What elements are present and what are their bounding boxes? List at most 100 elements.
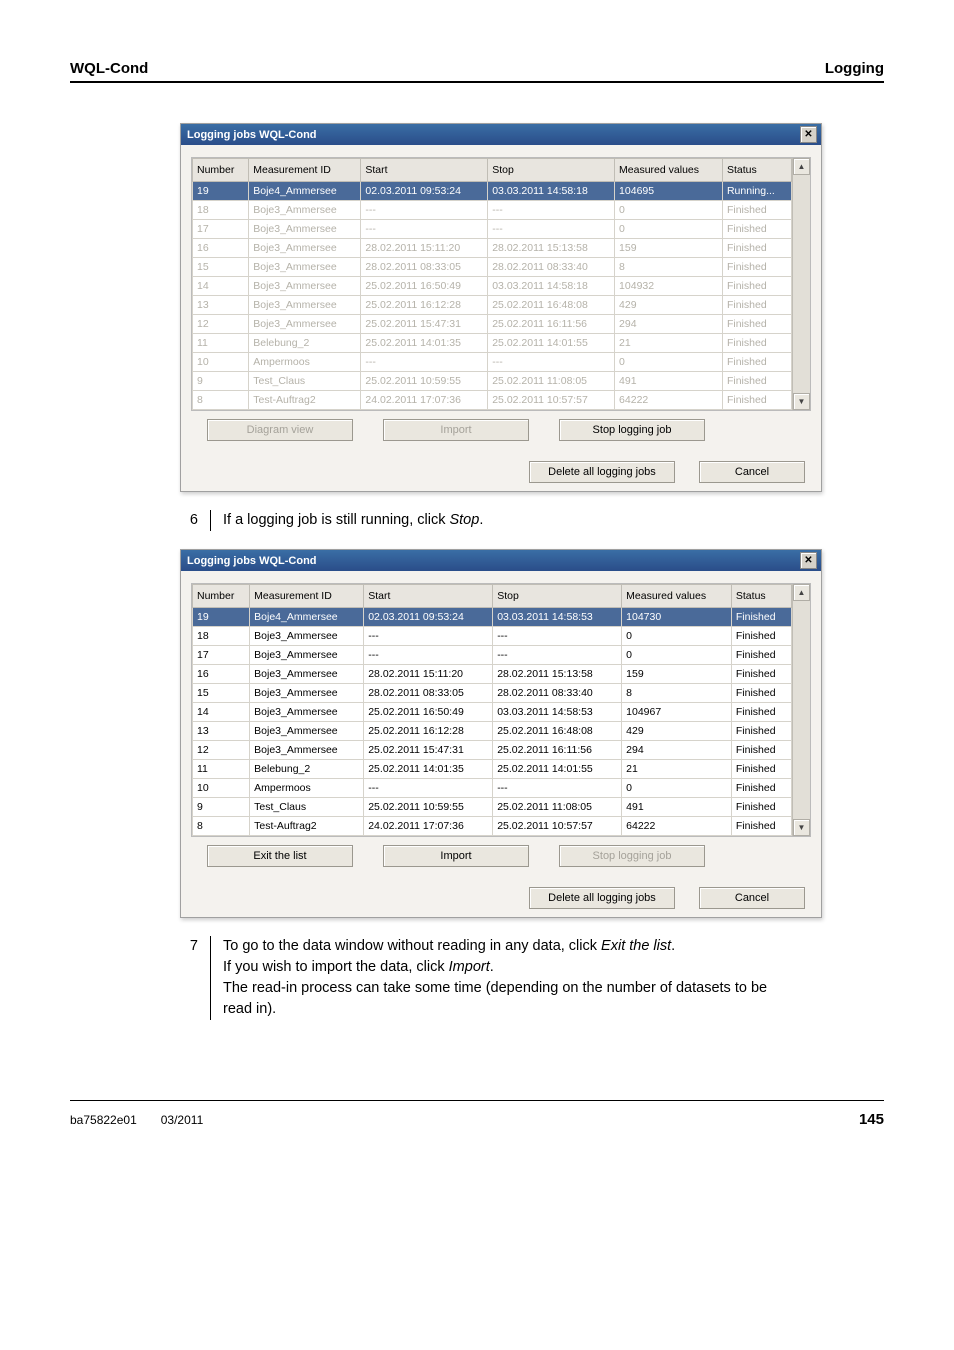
table-row[interactable]: 12Boje3_Ammersee25.02.2011 15:47:3125.02… bbox=[193, 315, 792, 334]
cell: 8 bbox=[193, 817, 250, 836]
import-button[interactable]: Import bbox=[383, 419, 529, 441]
table-row[interactable]: 15Boje3_Ammersee28.02.2011 08:33:0528.02… bbox=[193, 258, 792, 277]
cell: 10 bbox=[193, 779, 250, 798]
col-number[interactable]: Number bbox=[193, 159, 249, 182]
cell: 9 bbox=[193, 798, 250, 817]
table-header-row: Number Measurement ID Start Stop Measure… bbox=[193, 585, 792, 608]
cell: 24.02.2011 17:07:36 bbox=[364, 817, 493, 836]
dialog-logging-jobs-2: Logging jobs WQL-Cond ✕ Number Measureme… bbox=[180, 549, 822, 918]
col-number[interactable]: Number bbox=[193, 585, 250, 608]
cell: 294 bbox=[622, 741, 732, 760]
table-row[interactable]: 10Ampermoos------0Finished bbox=[193, 779, 792, 798]
col-values[interactable]: Measured values bbox=[622, 585, 732, 608]
cell: Boje3_Ammersee bbox=[249, 220, 361, 239]
cell: Boje3_Ammersee bbox=[249, 277, 361, 296]
table-row[interactable]: 19Boje4_Ammersee02.03.2011 09:53:2403.03… bbox=[193, 182, 792, 201]
table-row[interactable]: 13Boje3_Ammersee25.02.2011 16:12:2825.02… bbox=[193, 722, 792, 741]
stop-logging-button[interactable]: Stop logging job bbox=[559, 845, 705, 867]
cell: 15 bbox=[193, 258, 249, 277]
table-row[interactable]: 16Boje3_Ammersee28.02.2011 15:11:2028.02… bbox=[193, 239, 792, 258]
cell: Finished bbox=[731, 703, 791, 722]
cell: Finished bbox=[731, 627, 791, 646]
step-text-b: Stop bbox=[449, 512, 479, 528]
cell: 0 bbox=[622, 646, 732, 665]
table-row[interactable]: 18Boje3_Ammersee------0Finished bbox=[193, 201, 792, 220]
cancel-button[interactable]: Cancel bbox=[699, 887, 805, 909]
col-id[interactable]: Measurement ID bbox=[249, 159, 361, 182]
cell: 19 bbox=[193, 608, 250, 627]
table-row[interactable]: 8Test-Auftrag224.02.2011 17:07:3625.02.2… bbox=[193, 817, 792, 836]
cell: 25.02.2011 16:50:49 bbox=[364, 703, 493, 722]
jobs-table-1: Number Measurement ID Start Stop Measure… bbox=[192, 158, 792, 410]
cell: --- bbox=[488, 353, 615, 372]
delete-all-button[interactable]: Delete all logging jobs bbox=[529, 887, 675, 909]
cell: 14 bbox=[193, 703, 250, 722]
cell: Boje3_Ammersee bbox=[249, 201, 361, 220]
cell: Running... bbox=[722, 182, 791, 201]
col-stop[interactable]: Stop bbox=[488, 159, 615, 182]
exit-list-button[interactable]: Exit the list bbox=[207, 845, 353, 867]
table-row[interactable]: 18Boje3_Ammersee------0Finished bbox=[193, 627, 792, 646]
table-row[interactable]: 12Boje3_Ammersee25.02.2011 15:47:3125.02… bbox=[193, 741, 792, 760]
scrollbar[interactable]: ▲ ▼ bbox=[792, 584, 810, 836]
table-row[interactable]: 13Boje3_Ammersee25.02.2011 16:12:2825.02… bbox=[193, 296, 792, 315]
delete-all-button[interactable]: Delete all logging jobs bbox=[529, 461, 675, 483]
col-status[interactable]: Status bbox=[731, 585, 791, 608]
table-row[interactable]: 14Boje3_Ammersee25.02.2011 16:50:4903.03… bbox=[193, 703, 792, 722]
table-row[interactable]: 19Boje4_Ammersee02.03.2011 09:53:2403.03… bbox=[193, 608, 792, 627]
cell: 11 bbox=[193, 334, 249, 353]
table-row[interactable]: 17Boje3_Ammersee------0Finished bbox=[193, 220, 792, 239]
cell: Finished bbox=[731, 779, 791, 798]
table-row[interactable]: 11Belebung_225.02.2011 14:01:3525.02.201… bbox=[193, 760, 792, 779]
diagram-view-button[interactable]: Diagram view bbox=[207, 419, 353, 441]
cell: 12 bbox=[193, 741, 250, 760]
table-row[interactable]: 17Boje3_Ammersee------0Finished bbox=[193, 646, 792, 665]
cell: Boje3_Ammersee bbox=[250, 665, 364, 684]
scroll-up-icon[interactable]: ▲ bbox=[793, 584, 810, 601]
close-icon[interactable]: ✕ bbox=[800, 552, 817, 569]
step-text-d: If you wish to import the data, click bbox=[223, 959, 449, 975]
header-right: Logging bbox=[825, 60, 884, 77]
table-row[interactable]: 10Ampermoos------0Finished bbox=[193, 353, 792, 372]
cell: 21 bbox=[615, 334, 723, 353]
col-stop[interactable]: Stop bbox=[493, 585, 622, 608]
step-text-a: If a logging job is still running, click bbox=[223, 512, 449, 528]
cell: 104967 bbox=[622, 703, 732, 722]
col-start[interactable]: Start bbox=[364, 585, 493, 608]
cell: 159 bbox=[615, 239, 723, 258]
col-status[interactable]: Status bbox=[722, 159, 791, 182]
cell: Test-Auftrag2 bbox=[250, 817, 364, 836]
step-text-b: Exit the list bbox=[601, 938, 671, 954]
table-row[interactable]: 9Test_Claus25.02.2011 10:59:5525.02.2011… bbox=[193, 372, 792, 391]
step-text-g: The read-in process can take some time (… bbox=[223, 980, 767, 1017]
step-text: If a logging job is still running, click… bbox=[211, 510, 483, 531]
table-row[interactable]: 15Boje3_Ammersee28.02.2011 08:33:0528.02… bbox=[193, 684, 792, 703]
cell: Boje3_Ammersee bbox=[250, 741, 364, 760]
cell: 16 bbox=[193, 665, 250, 684]
cell: 03.03.2011 14:58:18 bbox=[488, 182, 615, 201]
cell: 294 bbox=[615, 315, 723, 334]
cell: 28.02.2011 15:11:20 bbox=[361, 239, 488, 258]
dialog-title: Logging jobs WQL-Cond bbox=[187, 129, 317, 141]
cell: Boje3_Ammersee bbox=[249, 258, 361, 277]
scroll-down-icon[interactable]: ▼ bbox=[793, 393, 810, 410]
cell: --- bbox=[361, 220, 488, 239]
close-icon[interactable]: ✕ bbox=[800, 126, 817, 143]
stop-logging-button[interactable]: Stop logging job bbox=[559, 419, 705, 441]
table-row[interactable]: 8Test-Auftrag224.02.2011 17:07:3625.02.2… bbox=[193, 391, 792, 410]
table-row[interactable]: 16Boje3_Ammersee28.02.2011 15:11:2028.02… bbox=[193, 665, 792, 684]
scrollbar[interactable]: ▲ ▼ bbox=[792, 158, 810, 410]
cancel-button[interactable]: Cancel bbox=[699, 461, 805, 483]
col-start[interactable]: Start bbox=[361, 159, 488, 182]
cell: --- bbox=[488, 220, 615, 239]
cell: 14 bbox=[193, 277, 249, 296]
scroll-up-icon[interactable]: ▲ bbox=[793, 158, 810, 175]
col-id[interactable]: Measurement ID bbox=[250, 585, 364, 608]
cell: Boje3_Ammersee bbox=[250, 627, 364, 646]
scroll-down-icon[interactable]: ▼ bbox=[793, 819, 810, 836]
import-button[interactable]: Import bbox=[383, 845, 529, 867]
col-values[interactable]: Measured values bbox=[615, 159, 723, 182]
table-row[interactable]: 9Test_Claus25.02.2011 10:59:5525.02.2011… bbox=[193, 798, 792, 817]
table-row[interactable]: 11Belebung_225.02.2011 14:01:3525.02.201… bbox=[193, 334, 792, 353]
table-row[interactable]: 14Boje3_Ammersee25.02.2011 16:50:4903.03… bbox=[193, 277, 792, 296]
